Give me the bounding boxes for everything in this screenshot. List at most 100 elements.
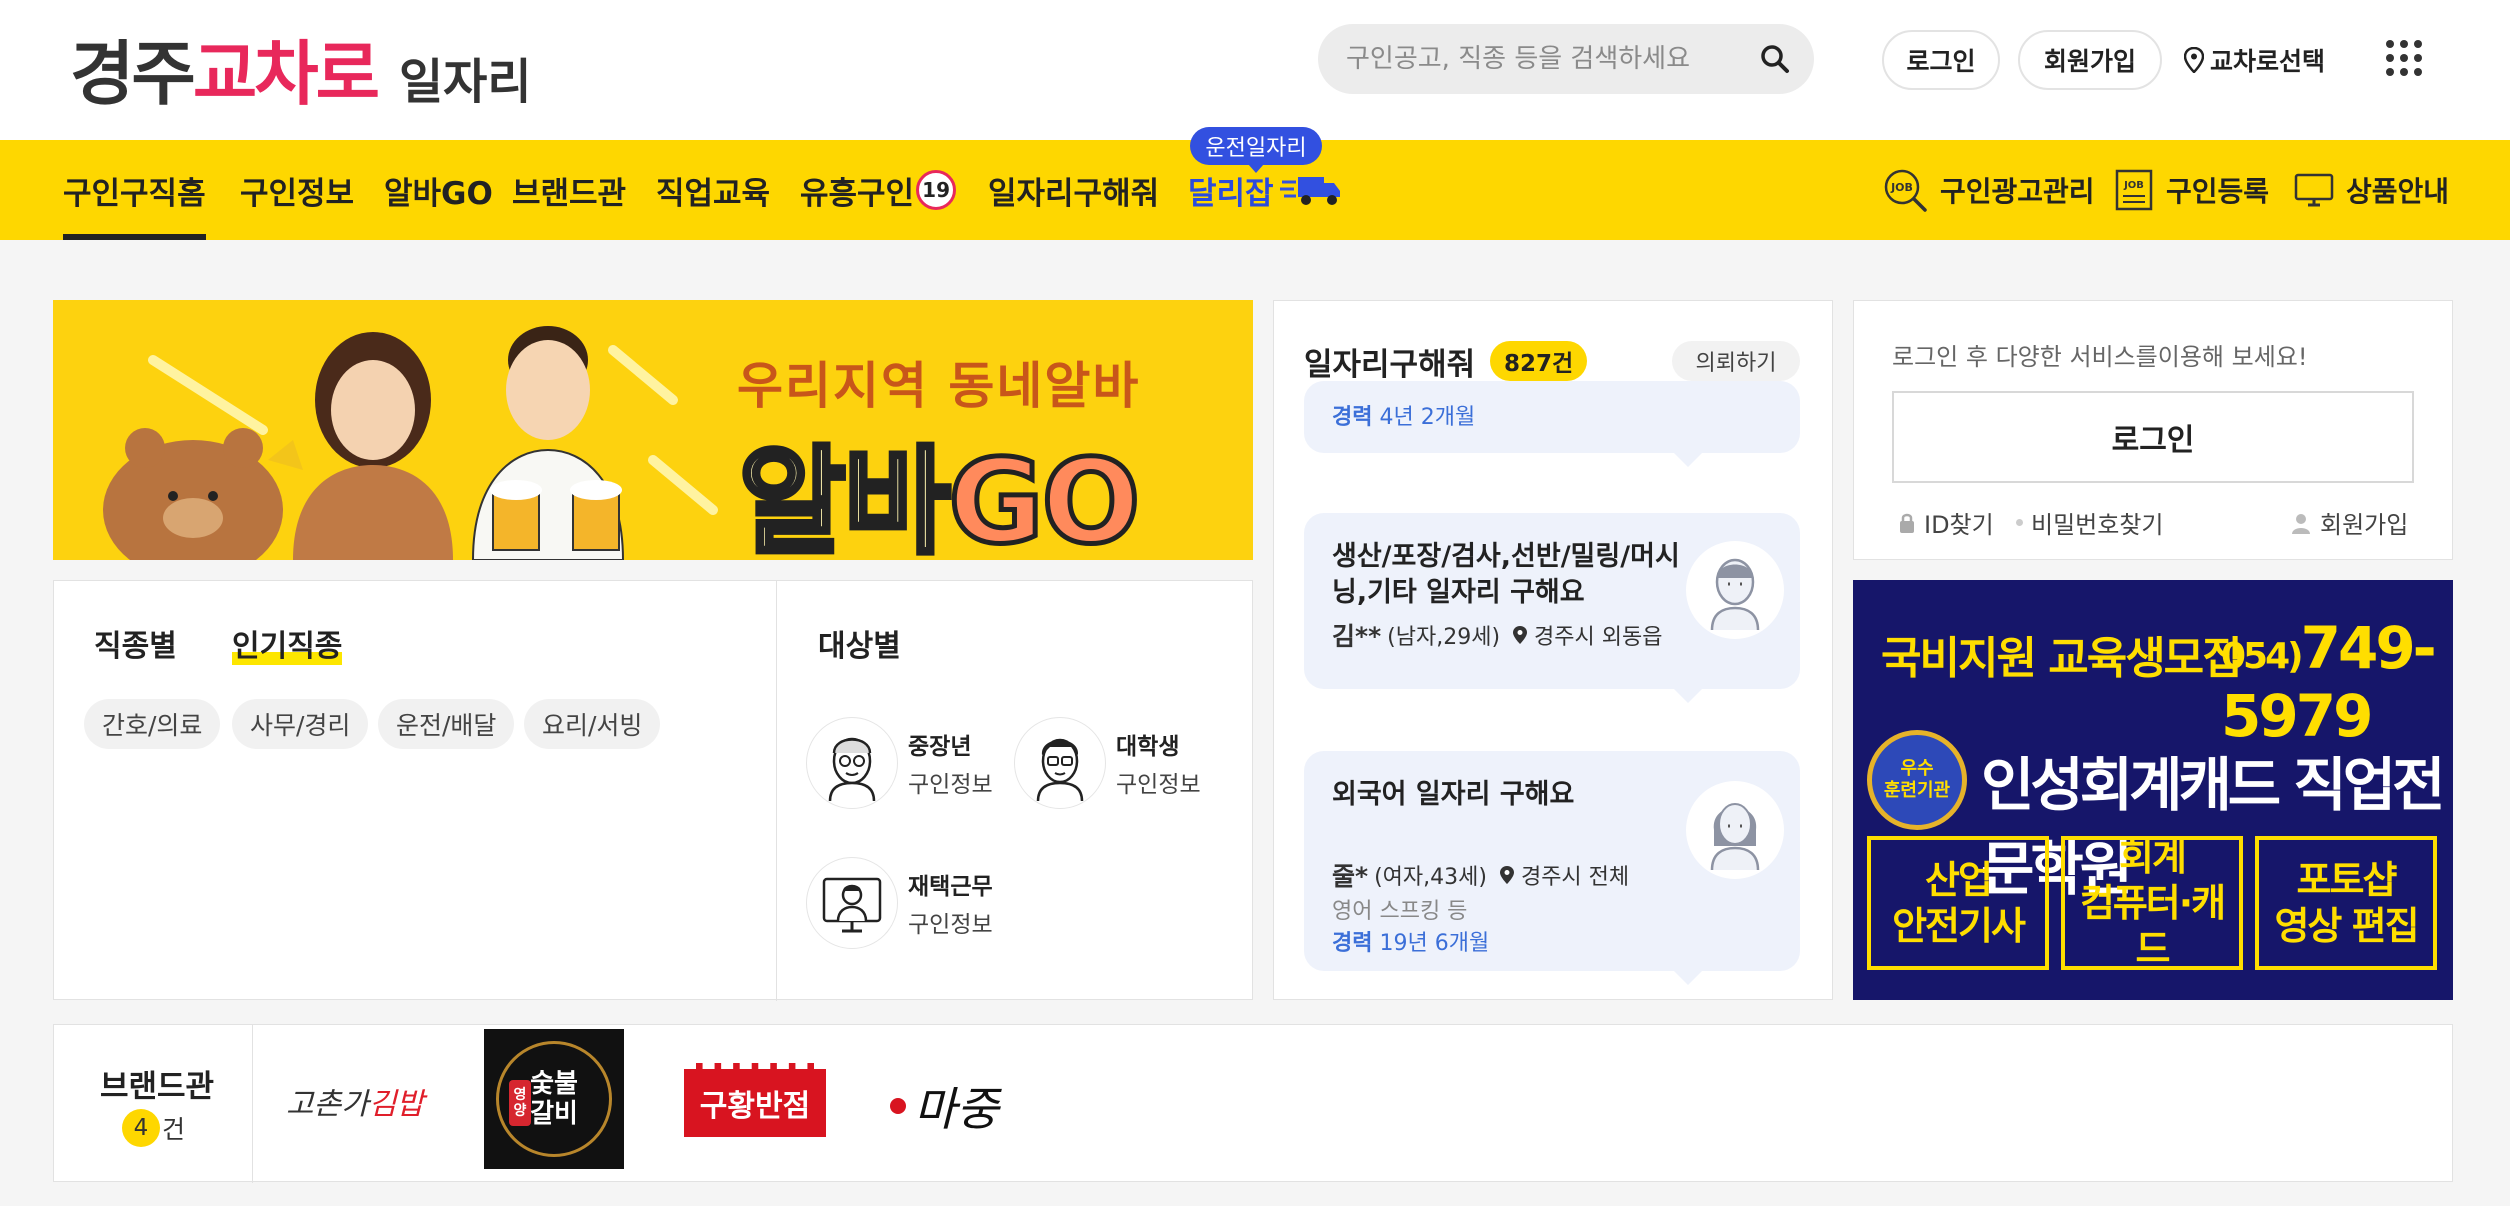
- ad-phone-prefix: 054): [2221, 636, 2304, 677]
- logo-brand: 교차로: [192, 33, 380, 115]
- region-label: 교차로선택: [2210, 47, 2326, 76]
- find-password-link[interactable]: 비밀번호찾기: [2016, 505, 2163, 540]
- card-location: 경주시 전체: [1520, 865, 1630, 890]
- nav-dallijob-label: 달리잡: [1188, 175, 1274, 212]
- course-line2: 영상 편집: [2274, 904, 2419, 948]
- nav-nightlife-label: 유흥구인: [800, 175, 915, 212]
- job-search-icon: JOB: [1884, 169, 1927, 212]
- search-icon[interactable]: [1760, 44, 1790, 74]
- card-skill: 영어 스프킹 등: [1332, 899, 1468, 924]
- bullet-dot-icon: [2016, 519, 2023, 526]
- tab-by-occupation[interactable]: 직종별: [94, 621, 177, 665]
- user-icon: [2292, 513, 2310, 534]
- course-box: 포토샵 영상 편집: [2255, 836, 2437, 970]
- course-line2: 컴퓨터·캐드: [2079, 881, 2226, 971]
- brand-bar-title: 브랜드관: [100, 1069, 215, 1105]
- nav-nightlife[interactable]: 유흥구인 19: [800, 140, 957, 240]
- banner-title: 알바GO: [736, 408, 1142, 561]
- job-request-card[interactable]: 생산/포장/검사,선반/밀링/머시닝,기타 일자리 구해요 김** (남자,29…: [1304, 513, 1800, 703]
- nav-education[interactable]: 직업교육: [656, 140, 770, 240]
- driver-job-tag[interactable]: 운전일자리: [1190, 127, 1322, 173]
- target-college-sub: 구인정보: [1116, 772, 1201, 798]
- join-link[interactable]: 회원가입: [2290, 505, 2408, 540]
- course-line1: 포토샵: [2296, 858, 2398, 902]
- target-college[interactable]: 대학생 구인정보: [1014, 717, 1201, 809]
- brand-logo-majung[interactable]: 마중: [890, 1073, 999, 1139]
- brand-logo-gochonga[interactable]: 고촌가김밥: [286, 1079, 424, 1123]
- card-experience: 경력 19년 6개월: [1332, 925, 1489, 957]
- nav-job-post[interactable]: JOB 구인등록: [2114, 140, 2269, 240]
- find-id-link[interactable]: ID찾기: [1898, 505, 1994, 540]
- card-experience: 경력 4년 2개월: [1332, 399, 1475, 431]
- male-avatar-icon: [1686, 541, 1784, 639]
- nav-products-label: 상품안내: [2346, 175, 2450, 208]
- card-experience-label: 경력: [1332, 405, 1373, 430]
- tab-popular-occupation[interactable]: 인기직종: [232, 621, 343, 665]
- nav-home[interactable]: 구인구직홈: [63, 140, 206, 240]
- nav-ad-manage[interactable]: JOB 구인광고관리: [1882, 140, 2095, 240]
- header-join-button[interactable]: 회원가입: [2018, 30, 2162, 90]
- target-remote-work[interactable]: 재택근무 구인정보: [806, 857, 993, 949]
- course-line1: 산업: [1925, 858, 1993, 902]
- region-selector[interactable]: 교차로선택: [2184, 40, 2325, 80]
- adult-badge: 19: [916, 170, 957, 210]
- chip-cooking[interactable]: 요리/서빙: [524, 699, 661, 749]
- nav-job-info[interactable]: 구인정보: [240, 140, 354, 240]
- login-panel: 로그인 후 다양한 서비스를이용해 보세요! 로그인 ID찾기 비밀번호찾기 회…: [1853, 300, 2453, 560]
- nav-job-request[interactable]: 일자리구해줘: [988, 140, 1159, 240]
- job-request-panel: 일자리구해줘 827건 의뢰하기 경력 4년 2개월 생산/포장/검사,선반/밀…: [1273, 300, 1833, 1000]
- brand4-dot-icon: [890, 1098, 906, 1114]
- chip-driving[interactable]: 운전/배달: [378, 699, 515, 749]
- nav-albago[interactable]: 알바GO: [384, 140, 493, 240]
- brand4-text: 마중: [914, 1082, 999, 1136]
- site-header: 경주 교차로 일자리 로그인 회원가입 교차로선택: [0, 0, 2510, 140]
- job-request-card[interactable]: 외국어 일자리 구해요 줄* (여자,43세) 경주시 전체 영어 스프킹 등 …: [1304, 751, 1800, 985]
- job-request-card[interactable]: 경력 4년 2개월: [1304, 381, 1800, 467]
- login-button[interactable]: 로그인: [1892, 391, 2414, 483]
- search-bar: [1318, 24, 1814, 94]
- brand2-line2: 갈비: [530, 1099, 578, 1129]
- course-box: 회계 컴퓨터·캐드: [2061, 835, 2243, 971]
- menu-grid-icon[interactable]: [2386, 40, 2422, 76]
- location-pin-icon: [2184, 47, 2204, 73]
- brand-bar: 브랜드관 4 건 고촌가김밥 영양 숯불 갈비 구황반점 마중: [53, 1024, 2453, 1183]
- logo-jobs: 일자리: [399, 54, 532, 110]
- find-id-label: ID찾기: [1924, 511, 1994, 539]
- ad-phone: 054)749-5979: [2221, 614, 2453, 750]
- ad-phone-number: 749-5979: [2221, 614, 2437, 750]
- location-pin-icon: [1499, 866, 1514, 884]
- monitor-icon: [2294, 173, 2334, 207]
- albago-banner[interactable]: 우리지역 동네알바 알바GO: [53, 300, 1253, 560]
- card-title: 생산/포장/검사,선반/밀링/머시닝,기타 일자리 구해요: [1332, 541, 1680, 608]
- site-logo[interactable]: 경주 교차로 일자리: [70, 18, 532, 115]
- category-divider: [776, 581, 777, 1001]
- search-input[interactable]: [1346, 38, 1746, 80]
- job-document-icon: JOB: [2115, 169, 2153, 211]
- card-name: 김**: [1332, 622, 1382, 651]
- chip-office[interactable]: 사무/경리: [232, 699, 369, 749]
- excellent-institution-seal: 우수 훈련기관: [1867, 730, 1967, 830]
- course-box: 산업 안전기사: [1867, 836, 2049, 970]
- request-button[interactable]: 의뢰하기: [1672, 341, 1800, 381]
- brand-logo-guhwang[interactable]: 구황반점: [684, 1063, 826, 1137]
- chip-nursing[interactable]: 간호/의료: [84, 699, 221, 749]
- brand2-line1: 숯불: [530, 1069, 578, 1099]
- brand-count: 4 건: [122, 1109, 185, 1147]
- nav-job-post-label: 구인등록: [2166, 175, 2270, 208]
- delivery-truck-icon: [1279, 177, 1340, 205]
- nav-products[interactable]: 상품안내: [2294, 140, 2449, 240]
- login-message: 로그인 후 다양한 서비스를이용해 보세요!: [1892, 343, 2308, 371]
- card-location: 경주시 외동읍: [1534, 625, 1663, 650]
- nav-brand[interactable]: 브랜드관: [512, 140, 626, 240]
- seal-top: 우수: [1900, 758, 1934, 779]
- header-login-button[interactable]: 로그인: [1882, 30, 2000, 90]
- target-college-label: 대학생: [1116, 734, 1180, 760]
- target-middle-aged[interactable]: 중장년 구인정보: [806, 717, 993, 809]
- card-name: 줄*: [1332, 862, 1369, 891]
- brand-logo-galbi[interactable]: 영양 숯불 갈비: [484, 1029, 624, 1169]
- target-middle-aged-label: 중장년: [908, 734, 972, 760]
- brand1-text-b: 김밥: [368, 1087, 425, 1122]
- academy-ad-banner[interactable]: 국비지원 교육생모집 054)749-5979 우수 훈련기관 인성회계캐드 직…: [1853, 580, 2453, 1000]
- join-label: 회원가입: [2320, 511, 2409, 539]
- brand1-text-a: 고촌가: [286, 1087, 369, 1122]
